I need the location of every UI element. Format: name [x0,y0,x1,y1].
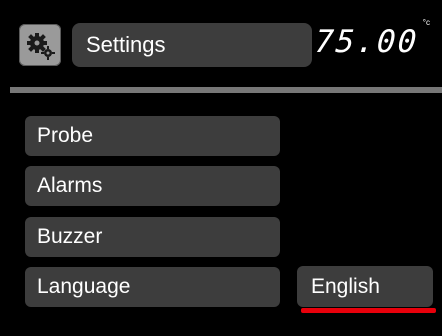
menu-item-language[interactable]: Language [25,267,280,307]
gears-icon[interactable] [19,24,61,66]
temperature-unit: °c [422,18,430,27]
selection-underline [301,308,436,313]
language-value-button[interactable]: English [297,266,433,307]
settings-screen: Settings 75.00 °c Probe Alarms Buzzer La… [0,0,442,336]
menu-item-buzzer[interactable]: Buzzer [25,217,280,257]
menu-item-probe[interactable]: Probe [25,116,280,156]
menu-item-alarms[interactable]: Alarms [25,166,280,206]
gears-icon-graphic [27,33,55,60]
page-title: Settings [72,23,312,67]
temperature-readout: 75.00 [313,24,420,60]
header-divider [10,87,442,93]
